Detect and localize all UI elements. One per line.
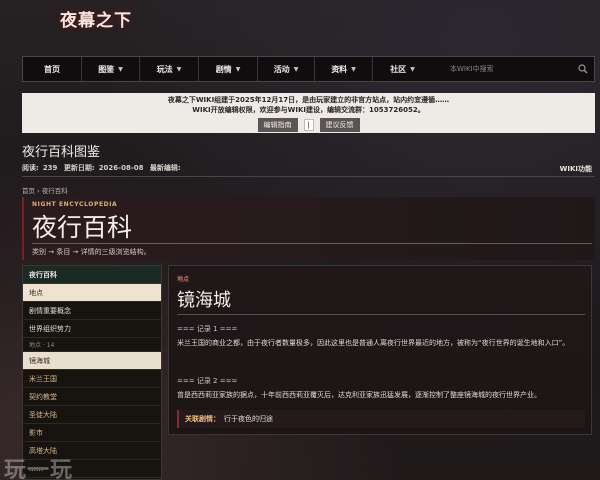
caret-down-icon: ▼ — [118, 65, 123, 73]
menu-icon[interactable] — [562, 16, 586, 28]
nav-label: 社区 — [390, 64, 407, 74]
nav-item-gameplay[interactable]: 玩法 ▼ — [140, 57, 199, 81]
entry-category-tag: 地点 — [177, 276, 190, 283]
encyclopedia-title: 夜行百科 — [32, 213, 133, 242]
nav-item-events[interactable]: 活动 ▼ — [258, 57, 315, 81]
feedback-button[interactable]: 建议反馈 — [319, 118, 360, 132]
caret-down-icon: ▼ — [410, 65, 415, 73]
sidebar-item-milan[interactable]: 米兰王国 — [23, 370, 161, 388]
nav-label: 资料 — [331, 64, 348, 74]
sidebar-item-shadow-market[interactable]: 影市 — [23, 424, 161, 442]
updated-label: 更新日期: — [63, 164, 95, 172]
button-separator: | — [303, 119, 314, 131]
page-title: 夜行百科图鉴 — [22, 145, 101, 160]
page-meta: 阅读: 239 更新日期: 2026-08-08 最新编辑: — [22, 163, 189, 173]
updated-date: 2026-08-08 — [98, 164, 144, 172]
record-2-text: 曾是西西莉亚家族的据点，十年前西西莉亚覆灭后，达克利亚家族迅猛发展，逐渐控制了整… — [177, 391, 541, 399]
wiki-tools-menu[interactable]: WIKI功能 — [560, 164, 592, 174]
title-divider — [22, 176, 595, 177]
caret-down-icon: ▼ — [176, 65, 182, 73]
breadcrumb[interactable]: 首页 › 夜行百科 — [22, 185, 68, 195]
entry-title: 镜海城 — [177, 290, 231, 311]
encyclopedia-subtitle: 类别 → 条目 → 详情的三级浏览结构。 — [32, 248, 151, 256]
logo-text: 夜幕之下 — [60, 11, 132, 31]
encyclopedia-divider — [32, 243, 592, 244]
views-count: 239 — [42, 164, 58, 172]
site-notice: 夜幕之下WIKI组建于2025年12月17日，是由玩家建立的非官方站点，站内约宜… — [22, 93, 595, 133]
related-story-value: 行于夜色的归途 — [224, 415, 273, 423]
nav-label: 玩法 — [156, 64, 173, 74]
sidebar-item-concepts[interactable]: 剧情重要概念 — [23, 302, 161, 320]
record-1-text: 米兰王国的商业之都，由于夜行者数量极多，因此这里也是普通人离夜行世界最近的地方，… — [177, 339, 570, 347]
sidebar-header: 夜行百科 — [23, 266, 161, 284]
sidebar-item-factions[interactable]: 世界组织势力 — [23, 320, 161, 338]
edit-guide-button[interactable]: 编辑指南 — [257, 118, 298, 132]
nav-item-gallery[interactable]: 图鉴 ▼ — [82, 57, 140, 81]
related-story-label: 关联剧情： — [185, 415, 220, 423]
site-logo[interactable]: 夜幕之下 — [60, 6, 140, 40]
caret-down-icon: ▼ — [293, 65, 299, 73]
search-input[interactable] — [440, 60, 590, 78]
nav-item-data[interactable]: 资料 ▼ — [315, 57, 373, 81]
sidebar-item-jinghai[interactable]: 镜海城 — [23, 352, 161, 370]
caret-down-icon: ▼ — [235, 65, 241, 73]
record-1-heading: === 记录 1 === — [177, 325, 238, 333]
entry-divider — [177, 314, 585, 315]
sidebar-group-label: 地点 · 14 — [23, 338, 161, 352]
sidebar-item-church[interactable]: 契约教堂 — [23, 388, 161, 406]
encyclopedia-en-title: NIGHT ENCYCLOPEDIA — [32, 201, 118, 208]
notice-line2: WIKI开放编辑权限，欢迎参与WIKI建设，编辑交流群：1053726052。 — [192, 106, 425, 114]
search-box — [440, 60, 590, 78]
record-2-heading: === 记录 2 === — [177, 377, 238, 385]
category-sidebar: 夜行百科 地点 剧情重要概念 世界组织势力 地点 · 14 镜海城 米兰王国 契… — [22, 265, 162, 480]
editor-label: 最新编辑: — [149, 164, 181, 172]
encyclopedia-header: NIGHT ENCYCLOPEDIA 夜行百科 类别 → 条目 → 详情的三级浏… — [22, 197, 595, 260]
sidebar-item-locations[interactable]: 地点 — [23, 284, 161, 302]
nav-label: 图鉴 — [98, 64, 115, 74]
sidebar-item-saints[interactable]: 圣徒大陆 — [23, 406, 161, 424]
nav-label: 首页 — [44, 64, 60, 74]
views-label: 阅读: — [22, 164, 39, 172]
caret-down-icon: ▼ — [351, 65, 356, 73]
nav-item-community[interactable]: 社区 ▼ — [373, 57, 432, 81]
nav-item-home[interactable]: 首页 — [23, 57, 82, 81]
entry-detail: 地点 镜海城 === 记录 1 === 米兰王国的商业之都，由于夜行者数量极多，… — [168, 265, 592, 435]
related-story-box[interactable]: 关联剧情： 行于夜色的归途 — [177, 410, 585, 428]
search-icon[interactable] — [578, 64, 588, 74]
nav-item-story[interactable]: 剧情 ▼ — [199, 57, 258, 81]
main-nav: 首页 图鉴 ▼ 玩法 ▼ 剧情 ▼ 活动 ▼ 资料 ▼ 社区 ▼ — [22, 56, 595, 82]
notice-line1: 夜幕之下WIKI组建于2025年12月17日，是由玩家建立的非官方站点，站内约宜… — [167, 96, 450, 104]
nav-label: 活动 — [273, 64, 290, 74]
watermark: 玩一玩 — [4, 458, 74, 480]
nav-label: 剧情 — [215, 64, 232, 74]
notice-buttons: 编辑指南 | 建议反馈 — [22, 118, 595, 132]
